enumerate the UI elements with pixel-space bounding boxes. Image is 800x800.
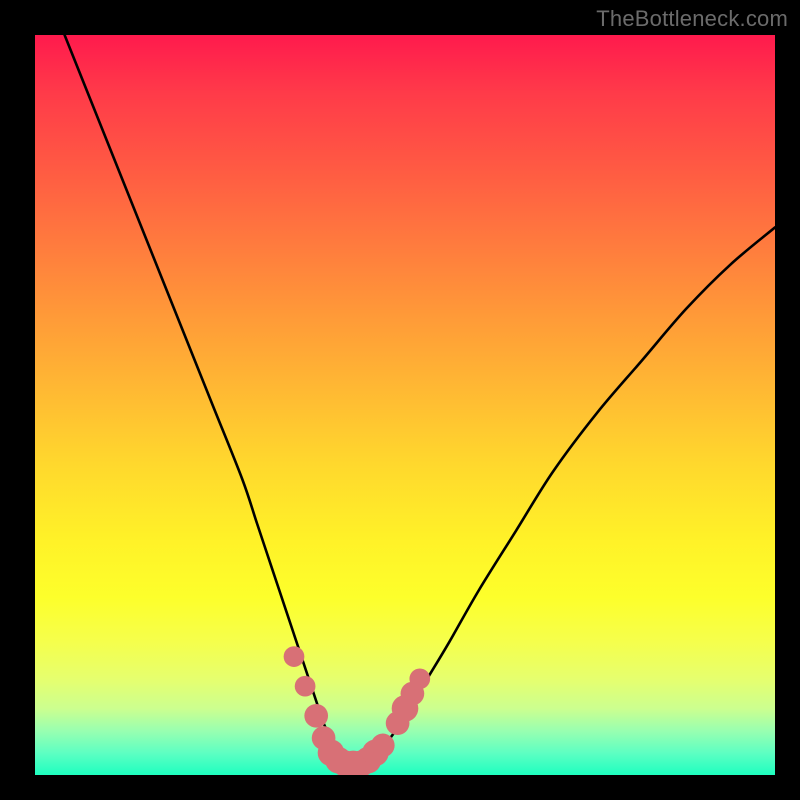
watermark-text: TheBottleneck.com [596, 6, 788, 32]
marker-point [371, 734, 395, 758]
chart-frame: TheBottleneck.com [0, 0, 800, 800]
marker-point [304, 704, 328, 728]
marker-point [295, 676, 316, 697]
marker-point [409, 668, 430, 689]
bottleneck-curve [65, 35, 775, 764]
curve-layer [65, 35, 775, 764]
marker-point [284, 646, 305, 667]
chart-svg [35, 35, 775, 775]
chart-plot-area [35, 35, 775, 775]
